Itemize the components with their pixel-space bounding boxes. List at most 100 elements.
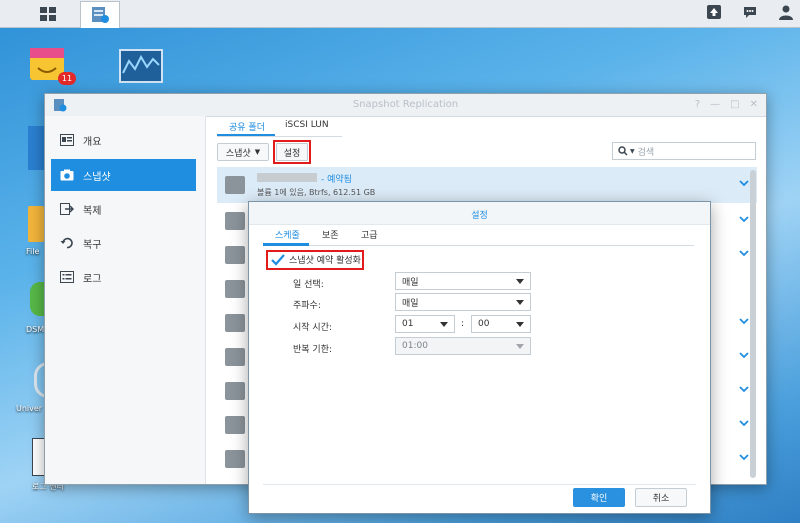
desktop-blue-icon[interactable] (28, 126, 44, 170)
sidebar-item-label: 개요 (83, 136, 102, 148)
shared-folder-snapshot-icon (225, 416, 245, 434)
grid-icon (40, 6, 56, 21)
chevron-down-icon[interactable] (739, 452, 749, 462)
upload-icon[interactable] (706, 4, 722, 20)
frequency-value: 매일 (402, 298, 419, 309)
desktop-label-dsm: DSM (26, 325, 45, 334)
frequency-label: 주파수: (293, 301, 321, 311)
caret-down-icon (516, 344, 524, 349)
maximize-icon[interactable]: □ (730, 99, 739, 110)
replicate-icon (59, 202, 75, 216)
main-menu-button[interactable] (26, 1, 70, 26)
start-minute-value: 00 (478, 319, 490, 329)
day-label: 일 선택: (293, 280, 324, 290)
settings-dialog: 설정 스케줄 보존 고급 스냅샷 예약 활성화 일 선택: 매일 주파수: 매일… (248, 201, 711, 514)
day-value: 매일 (402, 277, 419, 288)
sidebar: 개요 스냅샷 복제 복구 로그 (45, 116, 206, 484)
chevron-down-icon[interactable] (739, 214, 749, 224)
sidebar-item-snapshot[interactable]: 스냅샷 (51, 159, 196, 191)
chevron-down-icon[interactable] (739, 384, 749, 394)
resource-monitor-icon[interactable] (119, 49, 163, 83)
search-icon (618, 146, 628, 156)
dialog-footer-divider (263, 484, 696, 485)
sidebar-item-label: 스냅샷 (83, 171, 111, 183)
snapshot-app-icon (92, 7, 109, 23)
chevron-down-icon[interactable] (739, 418, 749, 428)
tab-advanced[interactable]: 고급 (361, 228, 378, 241)
tab-schedule[interactable]: 스케줄 (275, 228, 300, 241)
tab-iscsi-lun[interactable]: iSCSI LUN (285, 120, 329, 130)
chevron-down-icon[interactable] (739, 178, 749, 188)
time-separator: : (461, 319, 465, 329)
shared-folder-snapshot-icon (225, 314, 245, 332)
active-tab-indicator (263, 243, 309, 246)
frequency-select[interactable]: 매일 (395, 293, 531, 311)
dialog-titlebar[interactable]: 설정 (249, 202, 710, 225)
snapshot-dropdown-button[interactable]: 스냅샷 ▼ (217, 143, 269, 161)
sidebar-item-label: 복제 (83, 205, 102, 217)
tab-retention[interactable]: 보존 (322, 228, 339, 241)
shared-folder-snapshot-icon (225, 212, 245, 230)
chevron-down-icon[interactable] (739, 248, 749, 258)
log-icon (59, 270, 75, 284)
settings-highlight-box (273, 140, 311, 164)
chat-icon[interactable] (742, 4, 758, 20)
start-time-label: 시작 시간: (293, 323, 333, 333)
enable-highlight-box (266, 250, 364, 270)
caret-down-icon: ▼ (254, 148, 261, 156)
repeat-until-label: 반복 기한: (293, 345, 333, 355)
caret-down-icon (516, 300, 524, 305)
search-box[interactable]: ▼ 검색 (612, 142, 756, 160)
sidebar-item-label: 복구 (83, 239, 102, 251)
sidebar-item-log[interactable]: 로그 (51, 261, 196, 293)
shared-folder-snapshot-icon (225, 246, 245, 264)
repeat-until-select[interactable]: 01:00 (395, 337, 531, 355)
notification-badge: 11 (58, 72, 76, 85)
search-caret-icon: ▼ (630, 147, 635, 155)
snapshot-button-label: 스냅샷 (225, 148, 251, 159)
sidebar-item-replication[interactable]: 복제 (51, 193, 196, 225)
row-detail: 볼륨 1에 있음, Btrfs, 612.51 GB (257, 188, 376, 197)
sidebar-item-recovery[interactable]: 복구 (51, 227, 196, 259)
restore-icon (59, 236, 75, 250)
scrollbar[interactable] (750, 170, 756, 478)
desktop-label-univ: Univer (16, 404, 43, 413)
shared-folder-snapshot-icon (225, 450, 245, 468)
caret-down-icon (440, 322, 448, 327)
sidebar-item-label: 로그 (83, 273, 102, 285)
window-title: Snapshot Replication (352, 99, 459, 110)
ok-button[interactable]: 확인 (573, 488, 625, 507)
search-placeholder: 검색 (637, 147, 655, 158)
window-titlebar[interactable]: Snapshot Replication ? — □ ✕ (45, 94, 766, 117)
minimize-icon[interactable]: — (710, 99, 720, 110)
dialog-tab-divider (263, 245, 694, 246)
user-icon[interactable] (778, 4, 794, 20)
active-tab-indicator (217, 134, 275, 136)
cancel-button[interactable]: 취소 (635, 488, 687, 507)
shared-folder-snapshot-icon (225, 176, 245, 194)
shared-folder-icon (225, 280, 245, 298)
start-hour-value: 01 (402, 319, 414, 329)
camera-icon (59, 168, 75, 182)
repeat-until-value: 01:00 (402, 341, 428, 351)
dialog-title: 설정 (471, 211, 488, 221)
chevron-down-icon[interactable] (739, 316, 749, 326)
taskbar (0, 0, 800, 28)
help-icon[interactable]: ? (695, 99, 700, 110)
table-row[interactable]: - 예약됨 볼륨 1에 있음, Btrfs, 612.51 GB (217, 167, 757, 203)
start-minute-select[interactable]: 00 (471, 315, 531, 333)
taskbar-snapshot-app-button[interactable] (80, 1, 120, 28)
desktop-label-file: File (26, 247, 40, 256)
start-hour-select[interactable]: 01 (395, 315, 455, 333)
row-name-blurred (257, 173, 317, 182)
chevron-down-icon[interactable] (739, 350, 749, 360)
caret-down-icon (516, 322, 524, 327)
package-center-icon[interactable]: 11 (28, 44, 76, 85)
sidebar-item-overview[interactable]: 개요 (51, 124, 196, 156)
tab-shared-folder[interactable]: 공유 폴더 (229, 120, 265, 133)
shared-folder-snapshot-icon (225, 348, 245, 366)
day-select[interactable]: 매일 (395, 272, 531, 290)
overview-icon (59, 133, 75, 147)
close-icon[interactable]: ✕ (750, 99, 758, 110)
file-station-icon[interactable] (28, 206, 44, 242)
